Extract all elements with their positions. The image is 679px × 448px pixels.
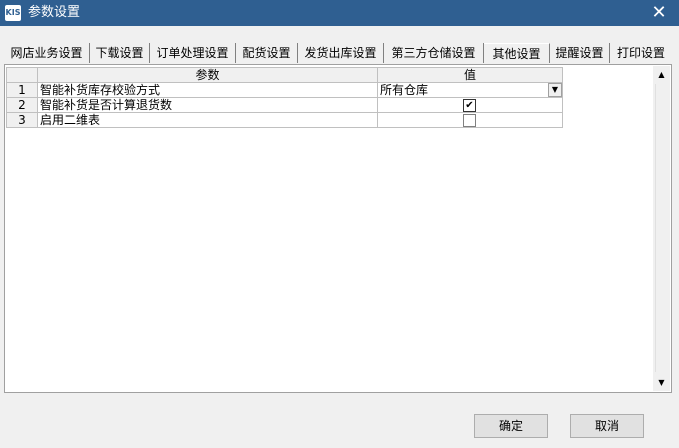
table-row: 1 智能补货库存校验方式 所有仓库 ▼ [6, 82, 563, 98]
parameter-grid: 参数 值 1 智能补货库存校验方式 所有仓库 ▼ 2 智能补货是否计算退货数 ✔… [6, 67, 563, 128]
tab-print[interactable]: 打印设置 [610, 43, 672, 63]
calc-returns-checkbox[interactable]: ✔ [463, 99, 476, 112]
table-row: 3 启用二维表 [6, 112, 563, 128]
scroll-track[interactable] [655, 84, 669, 372]
settings-panel: 参数 值 1 智能补货库存校验方式 所有仓库 ▼ 2 智能补货是否计算退货数 ✔… [4, 64, 672, 393]
param-name: 智能补货库存校验方式 [37, 82, 378, 98]
enable-2d-table-checkbox[interactable] [463, 114, 476, 127]
settings-tabs: 网店业务设置 下载设置 订单处理设置 配货设置 发货出库设置 第三方仓储设置 其… [4, 43, 675, 63]
row-number: 2 [6, 97, 38, 113]
scroll-up-icon[interactable]: ▲ [653, 66, 670, 83]
param-column-header: 参数 [37, 67, 378, 83]
tab-reminder[interactable]: 提醒设置 [550, 43, 610, 63]
dropdown-value: 所有仓库 [380, 83, 429, 97]
warehouse-check-dropdown[interactable]: 所有仓库 ▼ [377, 82, 563, 98]
tab-shipping[interactable]: 发货出库设置 [298, 43, 384, 63]
kis-app-icon: KIS [5, 5, 21, 21]
row-number-header [6, 67, 38, 83]
value-cell: ✔ [377, 97, 563, 113]
tab-third-party-warehouse[interactable]: 第三方仓储设置 [384, 43, 484, 63]
title-bar: KIS 参数设置 ✕ [0, 0, 679, 26]
value-column-header: 值 [377, 67, 563, 83]
row-number: 3 [6, 112, 38, 128]
tab-online-store[interactable]: 网店业务设置 [4, 43, 90, 63]
param-name: 启用二维表 [37, 112, 378, 128]
window-title: 参数设置 [28, 5, 81, 20]
table-row: 2 智能补货是否计算退货数 ✔ [6, 97, 563, 113]
cancel-button[interactable]: 取消 [570, 414, 644, 438]
tab-order-processing[interactable]: 订单处理设置 [150, 43, 236, 63]
ok-button[interactable]: 确定 [474, 414, 548, 438]
close-button[interactable]: ✕ [639, 0, 679, 26]
param-name: 智能补货是否计算退货数 [37, 97, 378, 113]
tab-other[interactable]: 其他设置 [484, 43, 550, 63]
grid-header-row: 参数 值 [6, 67, 563, 83]
row-number: 1 [6, 82, 38, 98]
tab-download[interactable]: 下载设置 [90, 43, 150, 63]
value-cell [377, 112, 563, 128]
parameter-settings-dialog: KIS 参数设置 ✕ 网店业务设置 下载设置 订单处理设置 配货设置 发货出库设… [0, 0, 679, 448]
chevron-down-icon[interactable]: ▼ [548, 83, 562, 97]
scroll-down-icon[interactable]: ▼ [653, 374, 670, 391]
tab-picking[interactable]: 配货设置 [236, 43, 298, 63]
vertical-scrollbar[interactable]: ▲ ▼ [653, 66, 670, 391]
